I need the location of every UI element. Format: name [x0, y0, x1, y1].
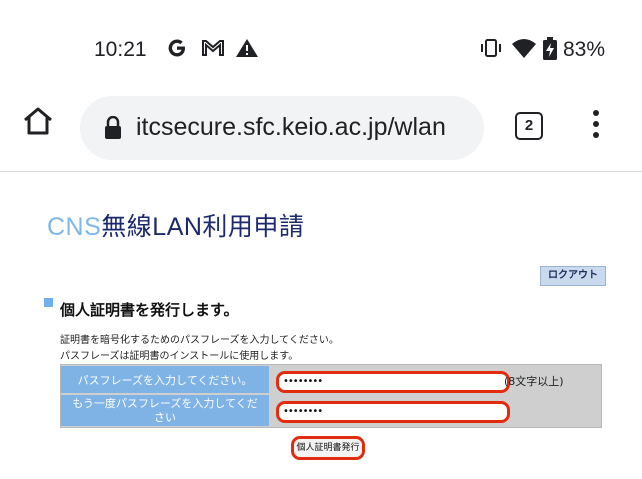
- wifi-icon: [512, 39, 536, 58]
- warning-icon: [236, 39, 258, 57]
- passphrase-label: パスフレーズを入力してください。: [61, 366, 269, 393]
- page-title-cns: CNS: [47, 213, 102, 241]
- section-title: 個人証明書を発行します。: [60, 301, 239, 319]
- status-time: 10:21: [94, 38, 147, 61]
- issue-certificate-button[interactable]: 個人証明書発行: [291, 436, 365, 460]
- description-line-1: 証明書を暗号化するためのパスフレーズを入力してください。: [60, 335, 339, 346]
- section-bullet: [44, 298, 53, 307]
- battery-charging-icon: [543, 37, 557, 60]
- google-g-icon: [168, 39, 185, 57]
- home-icon[interactable]: [22, 106, 54, 136]
- address-bar[interactable]: itcsecure.sfc.keio.ac.jp/wlan: [80, 96, 484, 160]
- logout-button[interactable]: ロクアウト: [540, 266, 606, 286]
- battery-percentage: 83%: [563, 38, 606, 61]
- url-text[interactable]: itcsecure.sfc.keio.ac.jp/wlan: [136, 113, 446, 142]
- description-line-2: パスフレーズは証明書のインストールに使用します。: [60, 351, 299, 362]
- overflow-menu-icon[interactable]: [590, 110, 602, 142]
- lock-icon: [105, 116, 121, 139]
- page-title: CNS無線LAN利用申請: [47, 207, 304, 243]
- page-title-main: 無線LAN利用申請: [101, 213, 305, 241]
- passphrase-form: パスフレーズを入力してください。 •••••••• (8文字以上) もう一度パス…: [60, 364, 602, 428]
- confirm-passphrase-input[interactable]: ••••••••: [276, 401, 510, 423]
- confirm-passphrase-label: もう一度パスフレーズを入力してください: [61, 395, 269, 426]
- toolbar-divider: [0, 171, 642, 172]
- passphrase-hint: (8文字以上): [504, 375, 564, 388]
- passphrase-input[interactable]: ••••••••: [276, 371, 510, 393]
- status-bar: 10:21 83%: [0, 0, 642, 90]
- gmail-icon: [202, 40, 224, 56]
- tab-switcher-button[interactable]: 2: [515, 112, 543, 140]
- vibrate-icon: [481, 39, 501, 57]
- browser-toolbar: itcsecure.sfc.keio.ac.jp/wlan 2: [0, 92, 642, 164]
